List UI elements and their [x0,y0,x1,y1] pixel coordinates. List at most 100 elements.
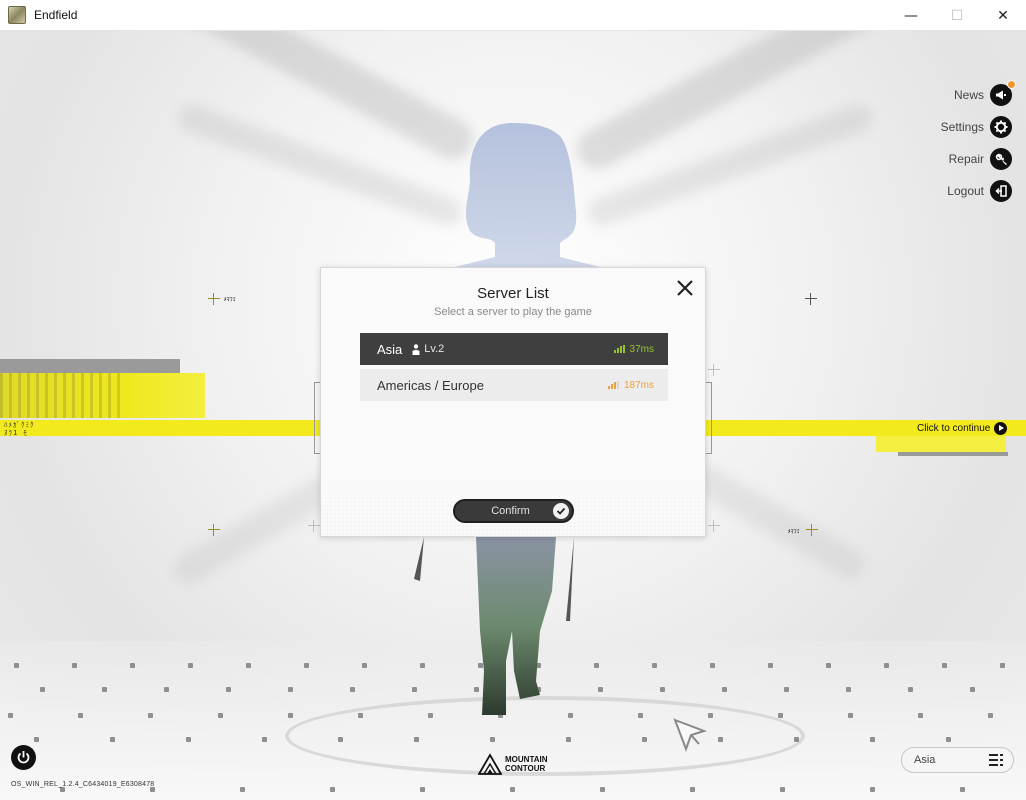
floor-dot [102,687,107,692]
window-title: Endfield [34,8,78,22]
floor-dot [498,713,503,718]
maximize-button[interactable]: ☐ [934,0,980,31]
mountain-contour-logo: MOUNTAIN CONTOUR [478,753,548,775]
logo-line-2: CONTOUR [505,764,546,773]
crosshair-icon [708,364,720,376]
crosshair-icon [806,524,818,536]
floor-dot [660,687,665,692]
floor-dot [34,737,39,742]
notification-dot [1007,80,1016,89]
floor-dot [362,663,367,668]
floor-dot [428,713,433,718]
floor-dot [908,687,913,692]
close-window-button[interactable]: ✕ [980,0,1026,31]
server-ping-value: 37ms [629,343,654,355]
crosshair-icon [805,293,817,305]
floor-dot [600,787,605,792]
floor-dot [110,737,115,742]
menu-repair-label: Repair [948,152,984,166]
menu-settings[interactable]: Settings [941,116,1012,138]
check-icon [553,503,569,519]
floor-dot [942,663,947,668]
floor-dot [536,663,541,668]
floor-dot [288,687,293,692]
close-icon[interactable] [676,279,694,297]
server-row-asia[interactable]: Asia Lv.2 37ms [360,333,668,365]
floor-dot [652,663,657,668]
floor-dot [826,663,831,668]
glitch-code: ﾊﾒｶﾞｸﾐｸ ﾇﾗ1 ﾓ [4,421,35,437]
user-icon [412,343,420,355]
launcher-stage[interactable]: ﾊﾒｶﾞｸﾐｸ ﾇﾗ1 ﾓ Click to continue ﾒﾏﾌﾐ ﾒﾏﾌ… [0,31,1026,800]
server-ping: 37ms [613,343,654,355]
floor-dot [566,737,571,742]
floor-dot [870,787,875,792]
floor-dot [768,663,773,668]
floor-dot [918,713,923,718]
floor-dot [304,663,309,668]
floor-dot [218,713,223,718]
wrench-icon [990,148,1012,170]
floor-dot [710,663,715,668]
floor-dot [598,687,603,692]
floor-dot [794,737,799,742]
build-version: OS_WIN_REL_1.2.4_C6434019_E6308478 [11,781,155,788]
level-badge: Lv.2 [412,343,444,355]
floor-dot [780,787,785,792]
server-name: Asia [377,341,403,357]
floor-dot [78,713,83,718]
menu-logout-label: Logout [947,184,984,198]
power-button[interactable] [11,745,36,770]
gear-icon [990,116,1012,138]
confirm-button[interactable]: Confirm [453,499,574,523]
floor-dot [72,663,77,668]
floor-dot [186,737,191,742]
crosshair-icon [308,520,320,532]
floor-dot [594,663,599,668]
play-icon [994,421,1008,435]
server-level: Lv.2 [424,343,445,355]
floor-dot [414,737,419,742]
signal-icon [613,345,625,353]
title-bar: Endfield — ☐ ✕ [0,0,1026,31]
floor-dot [478,663,483,668]
click-to-continue[interactable]: Click to continue [917,421,1008,435]
menu-settings-label: Settings [940,120,984,134]
floor-dot [420,663,425,668]
floor-dot [1000,663,1005,668]
floor-dot [642,737,647,742]
megaphone-icon [990,80,1016,106]
click-to-continue-label: Click to continue [917,422,991,434]
floor-dot [420,787,425,792]
floor-dot [536,687,541,692]
micro-label: ﾒﾏﾌﾐ [788,529,801,535]
micro-label: ﾒﾏﾌﾐ [224,297,237,303]
floor-dot [722,687,727,692]
floor-dot [226,687,231,692]
floor-dot [870,737,875,742]
crosshair-icon [708,520,720,532]
floor-dot [638,713,643,718]
minimize-button[interactable]: — [888,0,934,31]
server-row-americas-europe[interactable]: Americas / Europe 187ms [360,369,668,401]
side-menu: News Settings Repair Logout [941,80,1016,202]
menu-repair[interactable]: Repair [941,148,1012,170]
mountain-logo-icon [478,753,502,775]
menu-news-label: News [953,88,984,102]
floor-dot [412,687,417,692]
crosshair-icon [208,524,220,536]
logout-icon [990,180,1012,202]
floor-dot [188,663,193,668]
menu-logout[interactable]: Logout [941,180,1012,202]
glitch-block [876,436,1006,452]
floor-dot [784,687,789,692]
region-label: Asia [914,754,936,766]
region-selector[interactable]: Asia [901,747,1014,773]
floor-dot [510,787,515,792]
floor-dot [240,787,245,792]
menu-news[interactable]: News [941,80,1016,106]
dialog-title: Server List [477,285,549,302]
floor-dot [946,737,951,742]
background-streak [169,31,481,167]
dialog-subtitle: Select a server to play the game [434,306,592,318]
